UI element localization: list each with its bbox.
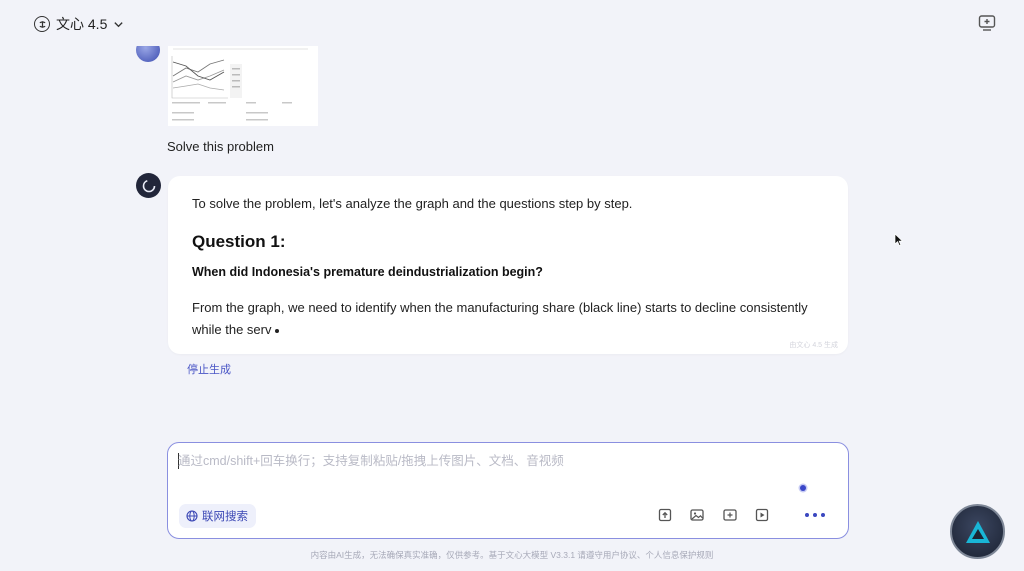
image-icon[interactable] <box>689 507 705 523</box>
voice-status-dot <box>800 485 806 491</box>
model-switcher[interactable]: 文心 4.5 <box>34 13 124 35</box>
answer-intro: To solve the problem, let's analyze the … <box>192 196 633 211</box>
screenshot-icon[interactable] <box>722 507 738 523</box>
triangle-logo-icon <box>965 520 990 543</box>
assistant-answer-card: To solve the problem, let's analyze the … <box>168 176 848 354</box>
assistant-launcher-button[interactable] <box>950 504 1005 559</box>
more-icon[interactable] <box>805 509 831 521</box>
uploaded-image-thumbnail[interactable] <box>168 46 318 126</box>
chat-input[interactable] <box>178 451 778 471</box>
stop-generating-button[interactable]: 停止生成 <box>187 361 231 377</box>
answer-heading: Question 1: <box>192 232 286 251</box>
answer-body-text: From the graph, we need to identify when… <box>192 300 808 337</box>
video-icon[interactable] <box>754 507 770 523</box>
globe-icon <box>186 510 198 522</box>
top-bar: 文心 4.5 <box>0 0 1024 46</box>
chevron-down-icon <box>113 19 124 30</box>
assistant-avatar <box>136 173 161 198</box>
upload-file-icon[interactable] <box>657 507 673 523</box>
ai-watermark: 由文心 4.5 生成 <box>789 342 838 349</box>
screen-share-icon[interactable] <box>978 14 996 32</box>
answer-question: When did Indonesia's premature deindustr… <box>192 265 543 279</box>
footer-disclaimer: 内容由AI生成，无法确保真实准确，仅供参考。基于文心大模型 V3.3.1 请遵守… <box>310 550 714 560</box>
streaming-indicator <box>275 328 280 333</box>
answer-body: From the graph, we need to identify when… <box>192 297 832 341</box>
web-search-label: 联网搜索 <box>202 511 248 523</box>
composer: 联网搜索 <box>167 442 849 539</box>
web-search-toggle[interactable]: 联网搜索 <box>179 504 256 528</box>
model-name: 文心 4.5 <box>56 16 108 32</box>
model-logo-icon <box>34 16 50 32</box>
user-message-text: Solve this problem <box>167 139 274 154</box>
mouse-cursor-icon <box>894 233 904 247</box>
